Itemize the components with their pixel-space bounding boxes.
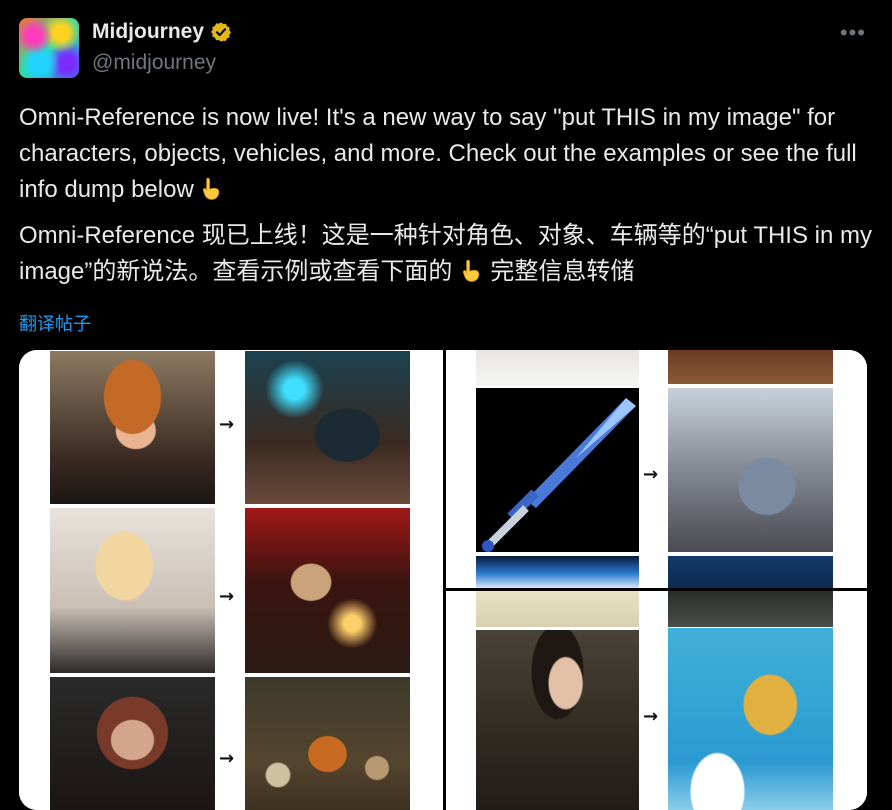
reference-image-earth-horizon	[476, 556, 639, 588]
author-avatar[interactable]	[19, 18, 79, 78]
arrow-icon: →	[219, 748, 235, 769]
result-image-tarot-reader	[245, 508, 410, 673]
pointing-down-emoji-icon	[463, 259, 480, 282]
post-media[interactable]: → → → → →	[19, 350, 867, 810]
result-image-top-cropped	[668, 350, 833, 384]
verified-badge-icon	[211, 22, 232, 42]
sword-icon	[482, 398, 636, 552]
result-image-hooded-wizard	[245, 351, 410, 504]
media-panel-right[interactable]: →	[446, 350, 867, 810]
reference-image-curly-haired-youth	[50, 351, 215, 504]
post-paragraph-chinese: Omni-Reference 现已上线！这是一种针对角色、对象、车辆等的“put…	[19, 222, 872, 285]
post-paragraph-english: Omni-Reference is now live! It's a new w…	[19, 104, 857, 203]
arrow-icon: →	[219, 414, 235, 435]
author-name[interactable]: Midjourney	[92, 20, 204, 44]
more-options-icon[interactable]: •••	[840, 20, 866, 46]
reference-image-top-cropped	[476, 350, 639, 386]
reference-image-blonde-selfie	[50, 508, 215, 673]
reference-image-blue-sword	[476, 388, 639, 552]
pointing-down-emoji-icon	[202, 177, 220, 200]
post-text: Omni-Reference is now live! It's a new w…	[19, 100, 879, 300]
author-handle[interactable]: @midjourney	[92, 51, 216, 75]
result-image-blue-panel	[668, 556, 833, 588]
media-divider-horizontal	[446, 588, 867, 591]
translate-post-link[interactable]: 翻译帖子	[19, 310, 91, 336]
reference-image-old-woman	[50, 677, 215, 810]
media-panel-left[interactable]: → → →	[19, 350, 443, 810]
arrow-icon: →	[219, 586, 235, 607]
result-image-armored-knight	[668, 388, 833, 552]
result-image-woman-with-dogs	[245, 677, 410, 810]
arrow-icon: →	[643, 464, 659, 485]
